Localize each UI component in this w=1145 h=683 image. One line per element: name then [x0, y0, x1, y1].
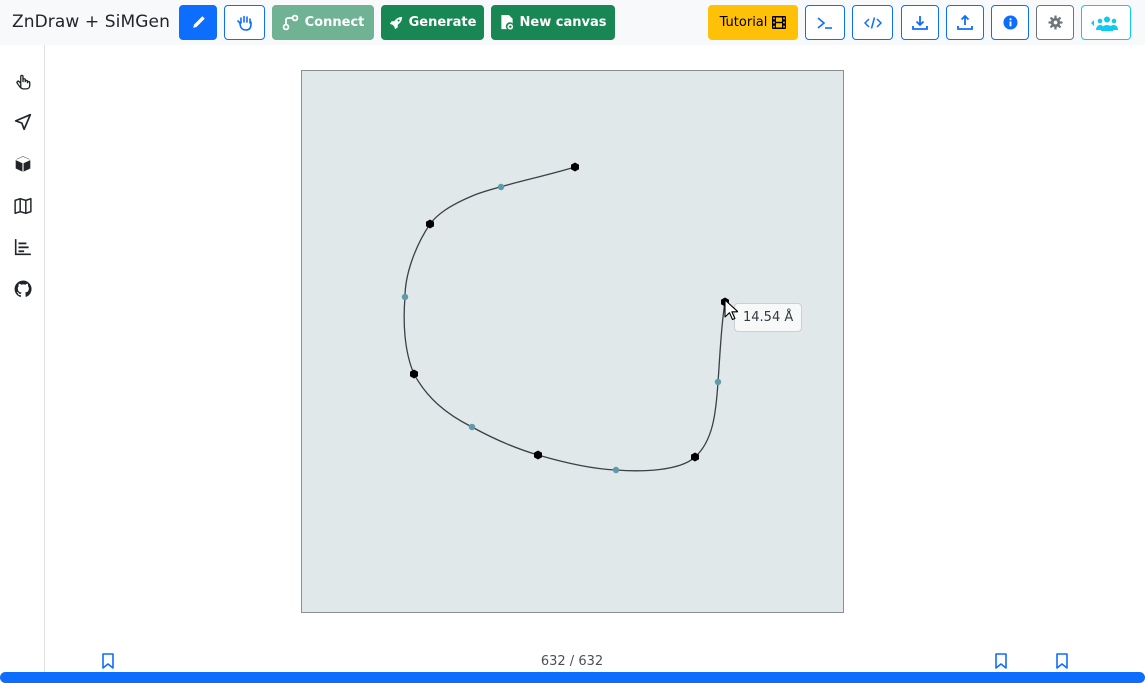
rocket-icon: [389, 16, 402, 29]
generate-label: Generate: [408, 15, 477, 30]
top-navbar: ZnDraw + SiMGen Connect Generate New can…: [0, 0, 1145, 45]
generate-button[interactable]: Generate: [381, 5, 484, 40]
app-title: ZnDraw + SiMGen: [12, 12, 170, 32]
pencil-icon: [192, 16, 205, 28]
gear-icon: [1047, 15, 1063, 30]
upload-button[interactable]: [946, 5, 984, 40]
github-icon[interactable]: [14, 280, 32, 298]
terminal-button[interactable]: [805, 5, 845, 40]
download-button[interactable]: [901, 5, 939, 40]
map-icon[interactable]: [14, 197, 32, 215]
code-button[interactable]: [852, 5, 893, 40]
new-canvas-button[interactable]: New canvas: [491, 5, 615, 40]
pointer-hand-icon[interactable]: [14, 72, 32, 90]
control-point[interactable]: [468, 423, 476, 431]
control-point[interactable]: [401, 293, 409, 301]
bookmark-icon[interactable]: [1055, 653, 1069, 669]
curve-drawing[interactable]: [302, 71, 843, 612]
tutorial-label: Tutorial: [719, 15, 768, 30]
navigate-icon[interactable]: [14, 113, 32, 131]
connect-label: Connect: [304, 15, 365, 30]
download-icon: [912, 15, 928, 30]
interact-mode-button[interactable]: [224, 5, 265, 40]
draw-mode-button[interactable]: [179, 5, 217, 40]
bookmark-icon[interactable]: [101, 653, 115, 669]
tutorial-button[interactable]: Tutorial: [708, 5, 798, 40]
mouse-cursor-icon: [724, 299, 738, 321]
terminal-icon: [817, 16, 832, 29]
anchor-points: [410, 162, 729, 462]
info-button[interactable]: [991, 5, 1029, 40]
drawing-canvas[interactable]: [301, 70, 844, 613]
timeline-progress-bar[interactable]: [0, 672, 1145, 683]
upload-icon: [957, 14, 973, 30]
distance-tooltip: 14.54 Å: [734, 303, 803, 332]
frame-counter: 632 / 632: [540, 654, 604, 669]
timeline-progress-fill: [0, 672, 1145, 683]
settings-button[interactable]: [1036, 5, 1074, 40]
code-icon: [863, 16, 882, 29]
connect-nodes-icon: [282, 14, 298, 31]
hand-icon: [236, 15, 252, 31]
new-file-icon: [500, 15, 513, 30]
control-point[interactable]: [612, 466, 620, 474]
cube-icon[interactable]: [14, 155, 32, 173]
control-point[interactable]: [714, 378, 722, 386]
film-icon: [772, 16, 787, 29]
users-button[interactable]: [1081, 5, 1131, 40]
control-points: [401, 183, 722, 474]
chart-icon[interactable]: [14, 238, 32, 256]
curve-path[interactable]: [403, 166, 726, 472]
info-icon: [1002, 15, 1018, 30]
anchor-point[interactable]: [534, 450, 542, 460]
bookmark-icon[interactable]: [994, 653, 1008, 669]
anchor-point[interactable]: [571, 162, 579, 172]
new-canvas-label: New canvas: [519, 15, 607, 30]
anchor-point[interactable]: [410, 369, 418, 379]
control-point[interactable]: [497, 183, 505, 191]
users-icon: [1091, 16, 1118, 31]
connect-button[interactable]: Connect: [272, 5, 374, 40]
left-sidebar: [0, 45, 45, 683]
